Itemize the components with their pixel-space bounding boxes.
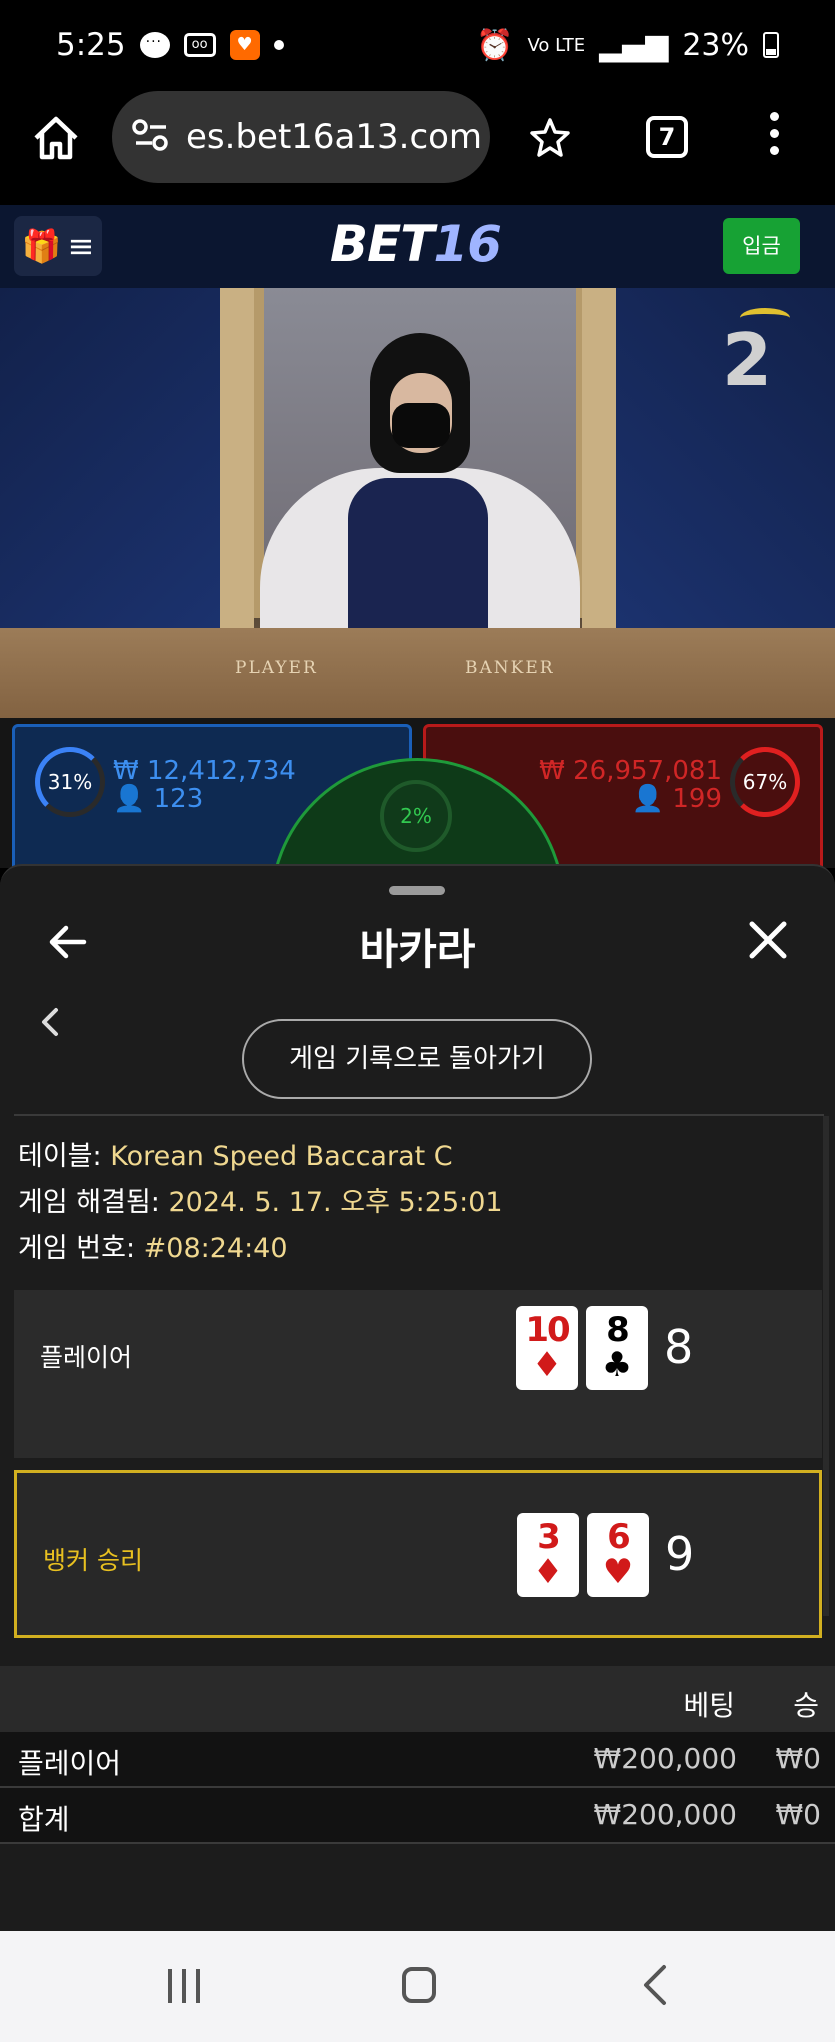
- banker-hand-total: 9: [665, 1527, 695, 1581]
- gift-icon: 🎁: [21, 227, 62, 265]
- player-percent: 31%: [35, 747, 105, 817]
- bet-table-header: 베팅 승: [0, 1666, 835, 1738]
- recent-apps-icon[interactable]: [168, 1969, 200, 2003]
- hamburger-icon: ≡: [67, 227, 95, 265]
- chevron-left-icon[interactable]: [36, 1002, 66, 1042]
- table-row: 플레이어 ₩200,000 ₩0: [0, 1732, 835, 1788]
- table-info: 테이블: Korean Speed Baccarat C: [18, 1141, 453, 1172]
- player-hand-row: 플레이어 10 ♦ 8 ♣ 8: [14, 1290, 822, 1458]
- table-row-total: 합계 ₩200,000 ₩0: [0, 1788, 835, 1844]
- win-column-header: 승: [793, 1689, 819, 1722]
- back-nav-icon[interactable]: [640, 1963, 670, 2011]
- banker-hand-row: 뱅커 승리 3 ♦ 6 ♥ 9: [14, 1470, 822, 1638]
- deposit-button[interactable]: 입금: [723, 218, 800, 274]
- tab-switcher-button[interactable]: 7: [646, 116, 688, 158]
- battery-percent: 23%: [682, 27, 749, 63]
- system-nav-bar: [0, 1931, 835, 2042]
- banker-percent: 67%: [730, 747, 800, 817]
- divider: [14, 1114, 824, 1116]
- home-nav-icon[interactable]: [402, 1967, 436, 2003]
- resolved-info: 게임 해결됨: 2024. 5. 17. 오후 5:25:01: [18, 1187, 503, 1218]
- battery-icon: [763, 32, 779, 58]
- diamond-suit-icon: ♦: [532, 1552, 564, 1592]
- betting-area: 31% ₩ 12,412,734 👤 123 ₩ 26,957,081 👤 19…: [0, 718, 835, 958]
- live-dealer-video: PLAYER BANKER 2: [0, 288, 835, 728]
- banker-win-label: 뱅커 승리: [43, 1546, 143, 1575]
- game-number-info: 게임 번호: #08:24:40: [18, 1233, 288, 1264]
- playing-card: 3 ♦: [517, 1513, 579, 1597]
- site-settings-icon[interactable]: [132, 118, 170, 156]
- sheet-drag-handle[interactable]: [389, 886, 445, 895]
- tie-percent: 2%: [380, 780, 452, 852]
- close-icon[interactable]: [744, 916, 792, 964]
- table-banker-label: BANKER: [465, 658, 555, 678]
- site-header: 🎁 ≡ BET16 입금: [0, 205, 835, 288]
- volte-icon: Vo LTE: [527, 34, 586, 56]
- user-icon: 👤: [113, 784, 146, 814]
- playing-card: 8 ♣: [586, 1306, 648, 1390]
- address-bar[interactable]: es.bet16a13.com: [112, 91, 490, 183]
- status-time: 5:25: [56, 27, 126, 63]
- player-total: ₩ 12,412,734 👤 123: [113, 756, 296, 814]
- club-suit-icon: ♣: [601, 1345, 633, 1385]
- playing-card: 6 ♥: [587, 1513, 649, 1597]
- bet-column-header: 베팅: [683, 1689, 735, 1722]
- scrollbar[interactable]: [823, 1116, 829, 1616]
- status-bar: 5:25 oo ♥ ⏰ Vo LTE ▂▄▆ 23%: [0, 0, 835, 90]
- bookmark-star-icon[interactable]: [528, 116, 572, 164]
- menu-button[interactable]: 🎁 ≡: [14, 216, 102, 276]
- signal-icon: ▂▄▆: [599, 27, 669, 63]
- site-logo[interactable]: BET16: [330, 215, 502, 273]
- banker-total: ₩ 26,957,081 👤 199: [539, 756, 722, 814]
- url-text: es.bet16a13.com: [186, 117, 483, 157]
- table-player-label: PLAYER: [235, 658, 318, 678]
- app-notification-icon: ♥: [229, 30, 260, 60]
- countdown-timer: 2: [722, 318, 773, 402]
- chat-notification-icon: [139, 30, 170, 58]
- more-menu-icon[interactable]: [770, 112, 779, 155]
- home-icon[interactable]: [30, 112, 82, 164]
- back-to-history-button[interactable]: 게임 기록으로 돌아가기: [242, 1019, 592, 1099]
- game-history-sheet: 바카라 게임 기록으로 돌아가기 테이블: Korean Speed Bacca…: [0, 864, 835, 1931]
- player-hand-label: 플레이어: [40, 1343, 133, 1372]
- voicemail-icon: oo: [183, 33, 216, 57]
- alarm-icon: ⏰: [476, 27, 514, 63]
- sheet-title: 바카라: [359, 925, 476, 974]
- user-icon: 👤: [631, 784, 665, 814]
- player-hand-total: 8: [664, 1320, 694, 1374]
- heart-suit-icon: ♥: [602, 1552, 634, 1592]
- playing-card: 10 ♦: [516, 1306, 578, 1390]
- browser-toolbar: es.bet16a13.com 7: [0, 90, 835, 205]
- more-notifications-dot-icon: [273, 40, 284, 50]
- diamond-suit-icon: ♦: [531, 1345, 563, 1385]
